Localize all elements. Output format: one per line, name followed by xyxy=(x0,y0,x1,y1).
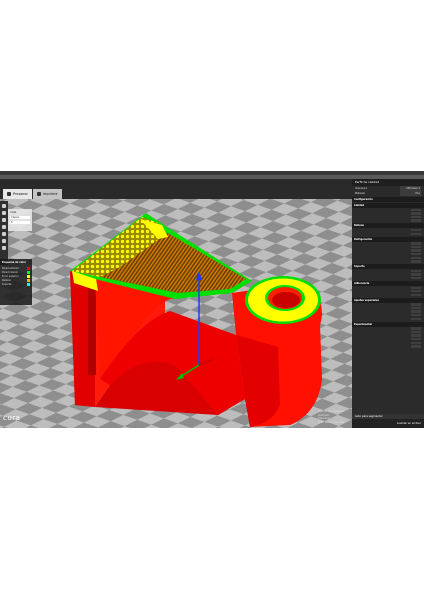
setting-value-field[interactable] xyxy=(411,310,421,313)
setting-value-field[interactable] xyxy=(411,219,421,222)
view-panel-title: Vista xyxy=(10,211,17,214)
cura-app-window: Preparar Imprimir Vista Capas 5 Esquema … xyxy=(0,171,424,428)
part-shadow-edge xyxy=(88,277,96,375)
settings-row[interactable] xyxy=(352,345,424,349)
setting-value-field[interactable] xyxy=(411,293,421,297)
legend-swatch xyxy=(27,282,30,286)
view-mode-panel: Vista Capas 5 xyxy=(8,209,32,231)
config-header[interactable]: Configuración xyxy=(352,197,424,202)
material-label: Material xyxy=(355,192,365,195)
setting-value-field[interactable] xyxy=(411,330,421,334)
slice-status: Listo para segmentar xyxy=(352,414,424,419)
status-line: Tiempo de impresión estimado xyxy=(318,410,345,417)
status-line: Listo para segmentar xyxy=(318,420,345,424)
setting-value-field[interactable] xyxy=(411,245,421,249)
setting-value-field[interactable] xyxy=(411,290,421,293)
setting-value-field[interactable] xyxy=(411,228,421,232)
setting-value-field[interactable] xyxy=(411,215,421,219)
setting-value-field[interactable] xyxy=(411,314,421,317)
legend-swatch xyxy=(27,266,30,270)
tab-prepare-label: Preparar xyxy=(13,192,28,196)
tab-print[interactable]: Imprimir xyxy=(32,189,62,199)
legend-swatch xyxy=(27,278,30,282)
setting-value-field[interactable] xyxy=(411,273,421,276)
print-status: Tiempo de impresión estimado Filamento L… xyxy=(318,410,352,424)
view-mode-select[interactable]: Capas xyxy=(10,216,30,219)
setting-value-field[interactable] xyxy=(411,286,421,289)
prepare-panel: Listo para segmentar Guardar en archivo xyxy=(352,414,424,428)
save-to-file-button[interactable]: Guardar en archivo xyxy=(397,422,421,425)
settings-row[interactable] xyxy=(352,232,424,236)
legend-item-label: Pared exterior xyxy=(2,266,19,270)
setting-value-field[interactable] xyxy=(411,303,421,306)
rotate-tool-icon[interactable] xyxy=(2,225,6,229)
layer-number-field[interactable]: 5 xyxy=(10,221,30,224)
setting-value-field[interactable] xyxy=(411,232,421,235)
setting-value-field[interactable] xyxy=(411,276,421,280)
settings-sidebar: Perfil de calidad Impresora Ultimaker 2 … xyxy=(352,179,424,428)
per-model-settings-icon[interactable] xyxy=(2,239,6,243)
settings-row[interactable] xyxy=(352,260,424,264)
setting-value-field[interactable] xyxy=(411,242,421,245)
setting-value-field[interactable] xyxy=(411,208,421,211)
setting-value-field[interactable] xyxy=(411,260,421,263)
color-legend: Esquema de color Pared exterior Pared in… xyxy=(0,259,32,305)
legend-title: Esquema de color xyxy=(2,261,26,264)
setting-value-field[interactable] xyxy=(411,317,421,321)
setting-value-field[interactable] xyxy=(411,338,421,341)
settings-row[interactable] xyxy=(352,293,424,297)
legend-swatch xyxy=(27,270,30,274)
stage-tabs: Preparar Imprimir xyxy=(3,189,62,199)
left-toolbar xyxy=(0,201,8,265)
scene-svg xyxy=(0,179,352,428)
move-tool-icon[interactable] xyxy=(2,211,6,215)
setting-value-field[interactable] xyxy=(411,345,421,348)
tab-prepare[interactable]: Preparar xyxy=(3,189,32,199)
settings-list: Calidad Relleno Refrigeración Soporte Adhere… xyxy=(352,203,424,348)
legend-item-label: Pared interior xyxy=(2,270,19,274)
3d-viewport[interactable]: Preparar Imprimir Vista Capas 5 Esquema … xyxy=(0,179,352,428)
open-file-icon[interactable] xyxy=(2,204,6,208)
setting-value-field[interactable] xyxy=(411,341,421,345)
setting-value-field[interactable] xyxy=(411,327,421,330)
settings-row[interactable] xyxy=(352,219,424,223)
setting-value-field[interactable] xyxy=(411,269,421,273)
setting-value-field[interactable] xyxy=(411,212,421,215)
scale-tool-icon[interactable] xyxy=(2,218,6,222)
legend-item-label: Relleno xyxy=(2,278,11,282)
cura-logo: cura xyxy=(3,414,21,422)
legend-item-label: Forro superior xyxy=(2,274,19,278)
material-select[interactable]: PLA xyxy=(400,191,421,196)
monitor-icon xyxy=(36,192,41,196)
ring-hole-inner xyxy=(272,292,300,308)
material-row[interactable]: Material PLA xyxy=(352,191,424,196)
legend-item-label: Soporte xyxy=(2,282,12,286)
settings-row[interactable] xyxy=(352,317,424,321)
setting-value-field[interactable] xyxy=(411,334,421,337)
mirror-tool-icon[interactable] xyxy=(2,232,6,236)
settings-row[interactable] xyxy=(352,276,424,280)
setting-value-field[interactable] xyxy=(411,306,421,310)
setting-value-field[interactable] xyxy=(411,252,421,256)
setting-value-field[interactable] xyxy=(411,249,421,252)
setting-value-field[interactable] xyxy=(411,256,421,259)
prepare-icon xyxy=(7,192,11,196)
legend-item[interactable]: Soporte xyxy=(2,282,30,286)
tab-print-label: Imprimir xyxy=(42,192,58,196)
sidebar-header: Perfil de calidad xyxy=(352,179,424,186)
legend-swatch xyxy=(27,274,30,278)
view-mode-icon[interactable] xyxy=(2,246,6,250)
